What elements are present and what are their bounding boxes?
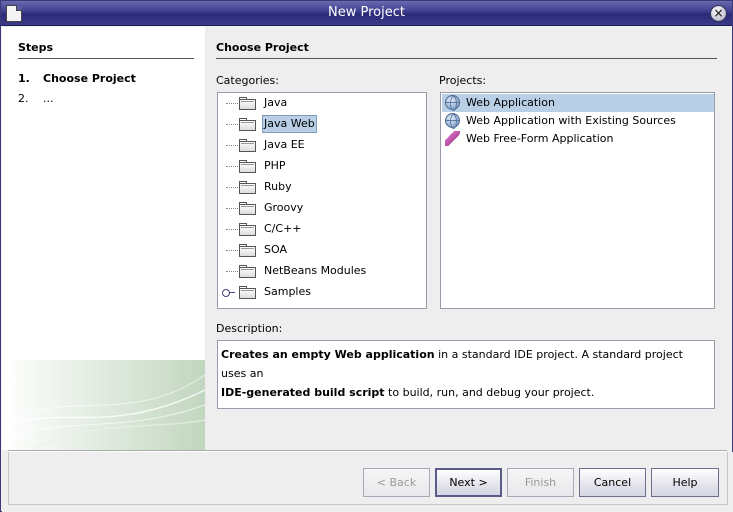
project-item[interactable]: Web Application with Existing Sources xyxy=(442,112,714,130)
folder-icon xyxy=(239,202,256,215)
next-button[interactable]: Next > xyxy=(435,468,502,497)
step-item-choose-project: 1. Choose Project xyxy=(18,72,136,85)
project-item[interactable]: Web Free-Form Application xyxy=(442,130,714,148)
category-item-selected[interactable]: Java Web xyxy=(218,114,426,134)
folder-icon xyxy=(239,286,256,299)
globe-icon xyxy=(445,113,460,129)
category-label: Java Web xyxy=(262,115,317,133)
page-title: Choose Project xyxy=(216,41,309,54)
categories-label: Categories: xyxy=(216,74,279,87)
description-text-2: to build, run, and debug your project. xyxy=(384,386,595,399)
category-label: Groovy xyxy=(264,201,304,214)
step-number: 2. xyxy=(18,92,29,105)
title-divider xyxy=(216,58,717,59)
description-text: Creates an empty Web application in a st… xyxy=(217,340,715,409)
step-label: ... xyxy=(43,92,54,105)
help-button[interactable]: Help xyxy=(651,468,719,497)
category-label: Ruby xyxy=(264,180,292,193)
step-label: Choose Project xyxy=(43,72,136,85)
category-label: Java EE xyxy=(264,138,305,151)
decorative-wave-image xyxy=(2,360,205,450)
folder-icon xyxy=(239,97,256,110)
category-item[interactable]: PHP xyxy=(218,156,426,176)
project-item-selected[interactable]: Web Application xyxy=(442,94,714,112)
window-title: New Project xyxy=(328,5,405,20)
project-label: Web Application xyxy=(466,96,555,109)
freeform-icon xyxy=(445,131,460,146)
category-item[interactable]: SOA xyxy=(218,240,426,260)
folder-icon xyxy=(239,223,256,236)
category-item[interactable]: Java EE xyxy=(218,135,426,155)
folder-icon xyxy=(239,181,256,194)
folder-icon xyxy=(239,139,256,152)
steps-title: Steps xyxy=(18,41,54,54)
category-item-expandable[interactable]: Samples xyxy=(218,282,426,302)
category-item[interactable]: Java xyxy=(218,93,426,113)
finish-button[interactable]: Finish xyxy=(507,468,574,497)
close-icon[interactable]: × xyxy=(710,5,727,22)
category-label: SOA xyxy=(264,243,287,256)
folder-icon xyxy=(239,160,256,173)
category-label: Samples xyxy=(264,285,311,298)
category-label: Java xyxy=(264,96,288,109)
folder-icon xyxy=(239,118,256,131)
project-label: Web Application with Existing Sources xyxy=(466,114,676,127)
title-bar[interactable]: New Project × xyxy=(1,1,732,26)
category-label: PHP xyxy=(264,159,286,172)
projects-label: Projects: xyxy=(439,74,487,87)
globe-icon xyxy=(445,95,460,111)
category-item[interactable]: Ruby xyxy=(218,177,426,197)
step-item-next: 2.... xyxy=(18,92,54,105)
description-label: Description: xyxy=(216,322,283,335)
step-number: 1. xyxy=(18,72,30,85)
back-button[interactable]: < Back xyxy=(363,468,430,497)
description-bold-1: Creates an empty Web application xyxy=(221,348,435,361)
steps-divider xyxy=(18,58,194,59)
category-label: NetBeans Modules xyxy=(264,264,367,277)
expand-toggle-icon[interactable] xyxy=(222,288,235,297)
steps-panel: Steps 1. Choose Project 2.... xyxy=(2,27,205,450)
folder-icon xyxy=(239,244,256,257)
project-label: Web Free-Form Application xyxy=(466,132,614,145)
projects-list[interactable]: Web Application Web Application with Exi… xyxy=(440,92,715,309)
category-item[interactable]: NetBeans Modules xyxy=(218,261,426,281)
cancel-button[interactable]: Cancel xyxy=(579,468,646,497)
category-label: C/C++ xyxy=(264,222,302,235)
new-project-dialog: New Project × Steps 1. Choose Project 2..… xyxy=(0,0,733,512)
category-item[interactable]: C/C++ xyxy=(218,219,426,239)
category-item[interactable]: Groovy xyxy=(218,198,426,218)
folder-icon xyxy=(239,265,256,278)
categories-tree[interactable]: Java Java Web Java EE PHP Ruby Groovy C/… xyxy=(217,92,427,309)
description-bold-2: IDE-generated build script xyxy=(221,386,385,399)
